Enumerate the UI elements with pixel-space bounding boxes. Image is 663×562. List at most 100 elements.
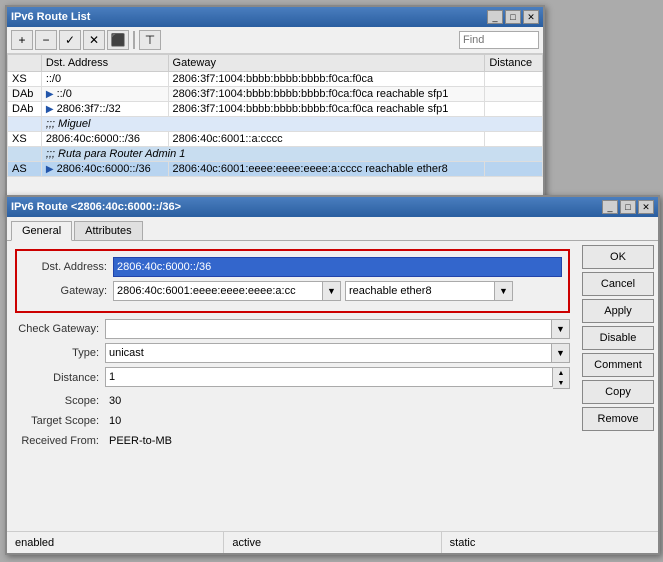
cell-dst: 2806:40c:6000::/36 <box>41 132 168 147</box>
filter-btn[interactable]: ⊤ <box>139 30 161 50</box>
tab-attributes[interactable]: Attributes <box>74 221 142 240</box>
gateway-second-input[interactable] <box>345 281 495 301</box>
route-list-minimize-btn[interactable]: _ <box>487 10 503 24</box>
copy-button[interactable]: Copy <box>582 380 654 404</box>
gateway-inputs: ▼ ▼ <box>113 281 513 301</box>
route-edit-maximize-btn[interactable]: □ <box>620 200 636 214</box>
disable-button[interactable]: Disable <box>582 326 654 350</box>
check-gateway-dropdown-btn[interactable]: ▼ <box>552 319 570 339</box>
target-scope-row: Target Scope: 10 <box>15 413 570 429</box>
status-enabled: enabled <box>7 532 224 553</box>
route-edit-title: IPv6 Route <2806:40c:6000::/36> <box>11 201 181 213</box>
type-select-wrapper: ▼ <box>105 343 570 363</box>
status-active: active <box>224 532 441 553</box>
cancel-button[interactable]: Cancel <box>582 272 654 296</box>
cell-distance <box>485 87 543 102</box>
type-dropdown-btn[interactable]: ▼ <box>552 343 570 363</box>
distance-wrapper: ▲ ▼ <box>105 367 570 389</box>
cell-type: AS <box>8 162 42 177</box>
distance-spinner: ▲ ▼ <box>553 367 570 389</box>
scope-label: Scope: <box>15 395 105 407</box>
route-list-close-btn[interactable]: ✕ <box>523 10 539 24</box>
cell-dst: ▶ ::/0 <box>41 87 168 102</box>
col-gateway: Gateway <box>168 55 485 72</box>
route-table-container: Dst. Address Gateway Distance XS ::/0 28… <box>7 54 543 214</box>
distance-down-btn[interactable]: ▼ <box>553 378 569 388</box>
received-from-label: Received From: <box>15 435 105 447</box>
distance-up-btn[interactable]: ▲ <box>553 368 569 378</box>
copy-toolbar-btn[interactable]: ⬛ <box>107 30 129 50</box>
distance-input[interactable] <box>105 367 553 387</box>
route-edit-close-btn[interactable]: ✕ <box>638 200 654 214</box>
route-list-title: IPv6 Route List <box>11 11 90 23</box>
cross-btn[interactable]: ✕ <box>83 30 105 50</box>
col-type <box>8 55 42 72</box>
received-from-row: Received From: PEER-to-MB <box>15 433 570 449</box>
form-area: Dst. Address: Gateway: ▼ ▼ Check Gateway… <box>7 241 578 545</box>
cell-section-label: ;;; Ruta para Router Admin 1 <box>41 147 542 162</box>
route-list-title-buttons: _ □ ✕ <box>487 10 539 24</box>
button-panel: OK Cancel Apply Disable Comment Copy Rem… <box>578 241 658 545</box>
cell-gateway: 2806:3f7:1004:bbbb:bbbb:bbbb:f0ca:f0ca r… <box>168 102 485 117</box>
gateway-dropdown-btn[interactable]: ▼ <box>323 281 341 301</box>
remove-button[interactable]: Remove <box>582 407 654 431</box>
search-input[interactable] <box>459 31 539 49</box>
route-list-maximize-btn[interactable]: □ <box>505 10 521 24</box>
dst-address-label: Dst. Address: <box>23 261 113 273</box>
tab-bar: General Attributes <box>7 217 658 241</box>
remove-toolbar-btn[interactable]: − <box>35 30 57 50</box>
check-gateway-input[interactable] <box>105 319 552 339</box>
arrow-icon: ▶ <box>46 104 54 115</box>
route-list-titlebar: IPv6 Route List _ □ ✕ <box>7 7 543 27</box>
arrow-icon: ▶ <box>46 164 54 175</box>
ok-button[interactable]: OK <box>582 245 654 269</box>
cell-distance <box>485 132 543 147</box>
route-edit-titlebar: IPv6 Route <2806:40c:6000::/36> _ □ ✕ <box>7 197 658 217</box>
route-list-toolbar: + − ✓ ✕ ⬛ ⊤ <box>7 27 543 54</box>
table-header-row: Dst. Address Gateway Distance <box>8 55 543 72</box>
cell-type: XS <box>8 72 42 87</box>
cell-distance <box>485 102 543 117</box>
scope-row: Scope: 30 <box>15 393 570 409</box>
distance-label: Distance: <box>15 372 105 384</box>
apply-button[interactable]: Apply <box>582 299 654 323</box>
table-row-section: ;;; Ruta para Router Admin 1 <box>8 147 543 162</box>
route-edit-title-buttons: _ □ ✕ <box>602 200 654 214</box>
table-row[interactable]: XS 2806:40c:6000::/36 2806:40c:6001::a:c… <box>8 132 543 147</box>
cell-distance <box>485 162 543 177</box>
received-from-value: PEER-to-MB <box>105 433 176 449</box>
cell-dst: ▶ 2806:3f7::/32 <box>41 102 168 117</box>
table-row-section: ;;; Miguel <box>8 117 543 132</box>
route-edit-window: IPv6 Route <2806:40c:6000::/36> _ □ ✕ Ge… <box>5 195 660 555</box>
target-scope-label: Target Scope: <box>15 415 105 427</box>
cell-type: DAb <box>8 87 42 102</box>
table-row[interactable]: DAb ▶ ::/0 2806:3f7:1004:bbbb:bbbb:bbbb:… <box>8 87 543 102</box>
address-section: Dst. Address: Gateway: ▼ ▼ <box>15 249 570 313</box>
check-gateway-row: Check Gateway: ▼ <box>15 319 570 339</box>
comment-button[interactable]: Comment <box>582 353 654 377</box>
col-distance: Distance <box>485 55 543 72</box>
gateway-row: Gateway: ▼ ▼ <box>23 281 562 301</box>
check-gateway-label: Check Gateway: <box>15 323 105 335</box>
gateway-second-dropdown-btn[interactable]: ▼ <box>495 281 513 301</box>
tab-general[interactable]: General <box>11 221 72 241</box>
check-btn[interactable]: ✓ <box>59 30 81 50</box>
dst-address-row: Dst. Address: <box>23 257 562 277</box>
scope-value: 30 <box>105 393 125 409</box>
table-row-selected[interactable]: AS ▶ 2806:40c:6000::/36 2806:40c:6001:ee… <box>8 162 543 177</box>
cell-gateway: 2806:3f7:1004:bbbb:bbbb:bbbb:f0ca:f0ca r… <box>168 87 485 102</box>
type-label: Type: <box>15 347 105 359</box>
table-row[interactable]: XS ::/0 2806:3f7:1004:bbbb:bbbb:bbbb:f0c… <box>8 72 543 87</box>
type-input[interactable] <box>105 343 552 363</box>
dst-address-input[interactable] <box>113 257 562 277</box>
table-row[interactable]: DAb ▶ 2806:3f7::/32 2806:3f7:1004:bbbb:b… <box>8 102 543 117</box>
cell-type: XS <box>8 132 42 147</box>
cell-gateway: 2806:40c:6001::a:cccc <box>168 132 485 147</box>
arrow-icon: ▶ <box>46 89 54 100</box>
add-btn[interactable]: + <box>11 30 33 50</box>
gateway-input[interactable] <box>113 281 323 301</box>
route-edit-minimize-btn[interactable]: _ <box>602 200 618 214</box>
cell-dst: ::/0 <box>41 72 168 87</box>
cell-gateway: 2806:40c:6001:eeee:eeee:eeee:a:cccc reac… <box>168 162 485 177</box>
content-area: Dst. Address: Gateway: ▼ ▼ Check Gateway… <box>7 241 658 545</box>
